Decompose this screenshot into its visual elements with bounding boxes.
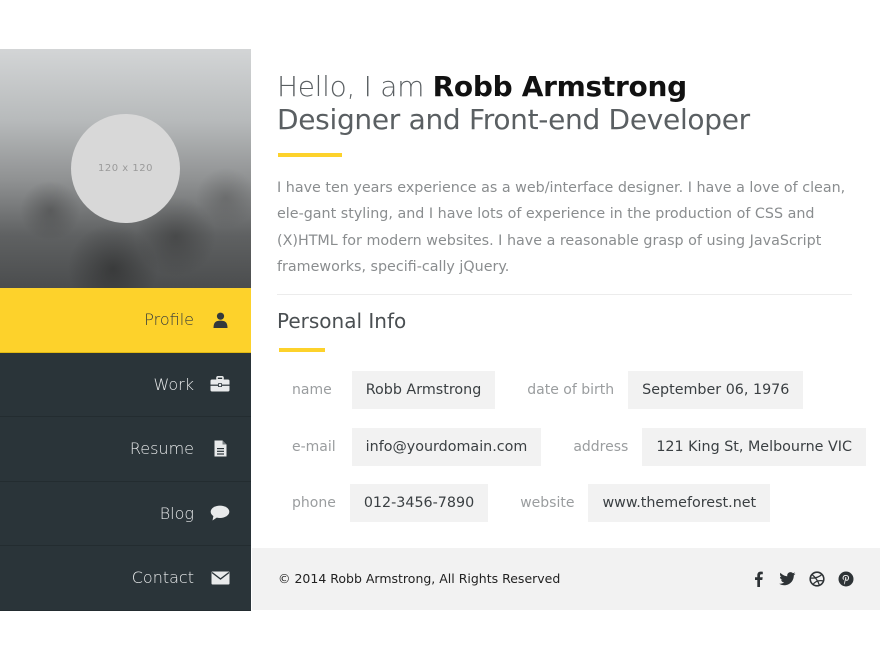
info-row: e-mail info@yourdomain.com address 121 K… [292, 428, 866, 466]
nav-item-label: Profile [144, 310, 194, 330]
nav-item-blog[interactable]: Blog [0, 482, 251, 546]
email-value[interactable]: info@yourdomain.com [351, 428, 542, 466]
title-accent-line [278, 153, 342, 157]
twitter-icon[interactable] [779, 570, 796, 587]
pinterest-icon[interactable] [837, 570, 854, 587]
nav-item-work[interactable]: Work [0, 353, 251, 417]
nav-item-contact[interactable]: Contact [0, 546, 251, 611]
sidebar-nav: Profile Work Resume Blog Contact [0, 288, 251, 611]
profile-role: Designer and Front-end Developer [277, 103, 750, 136]
phone-label: phone [292, 495, 336, 511]
footer: © 2014 Robb Armstrong, All Rights Reserv… [252, 548, 880, 610]
personal-info-title: Personal Info [277, 309, 407, 333]
social-links [750, 570, 854, 587]
section-divider [277, 294, 852, 295]
intro-paragraph: I have ten years experience as a web/int… [277, 180, 846, 275]
avatar: 120 x 120 [71, 114, 180, 223]
name-value: Robb Armstrong [351, 371, 496, 409]
website-label: website [520, 495, 575, 511]
briefcase-icon [210, 374, 230, 394]
document-icon [210, 439, 230, 459]
facebook-icon[interactable] [750, 570, 767, 587]
user-icon [210, 310, 230, 330]
dribbble-icon[interactable] [808, 570, 825, 587]
nav-item-resume[interactable]: Resume [0, 417, 251, 482]
page-title: Hello, I am Robb Armstrong [277, 70, 687, 103]
date-of-birth-label: date of birth [527, 382, 615, 398]
nav-item-label: Contact [131, 568, 194, 588]
phone-value: 012-3456-7890 [349, 484, 489, 522]
date-of-birth-value: September 06, 1976 [628, 371, 804, 409]
name-label: name [292, 382, 332, 398]
copyright-text: © 2014 Robb Armstrong, All Rights Reserv… [278, 571, 561, 586]
speech-bubble-icon [210, 503, 230, 523]
nav-item-label: Blog [159, 503, 194, 523]
nav-item-profile[interactable]: Profile [0, 288, 251, 353]
nav-item-label: Resume [129, 439, 194, 459]
profile-name: Robb Armstrong [432, 70, 687, 103]
website-value[interactable]: www.themeforest.net [588, 484, 771, 522]
profile-header-image: 120 x 120 [0, 49, 251, 288]
sidebar: 120 x 120 Profile Work Resume Blog Conta… [0, 49, 251, 611]
address-value: 121 King St, Melbourne VIC [642, 428, 866, 466]
info-row: phone 012-3456-7890 website www.themefor… [292, 484, 771, 522]
nav-item-label: Work [153, 374, 194, 394]
envelope-icon [210, 568, 230, 588]
avatar-placeholder-text: 120 x 120 [98, 163, 153, 174]
personal-info-accent-line [279, 348, 325, 352]
address-label: address [573, 439, 629, 455]
greeting-prefix: Hello, I am [277, 70, 433, 103]
info-row: name Robb Armstrong date of birth Septem… [292, 371, 804, 409]
email-label: e-mail [292, 439, 336, 455]
